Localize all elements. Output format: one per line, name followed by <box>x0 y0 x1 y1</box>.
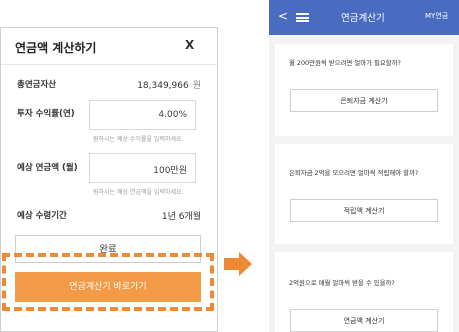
my-pension-link[interactable]: MY연금 <box>425 11 448 21</box>
card-question: 2억원으로 매월 얼마씩 받을 수 있을까? <box>289 279 395 287</box>
calculator-card-saving: 은퇴자금 2억을 모으려면 얼마씩 적립해야 할까? 적립액 계산기 <box>275 144 453 244</box>
total-assets-value: 18,349,966 원 <box>137 78 201 91</box>
expected-pension-label: 예상 연금액 (월) <box>17 163 78 173</box>
retirement-fund-calculator-button[interactable]: 은퇴자금 계산기 <box>290 89 438 112</box>
card-question: 월 200만원씩 받으려면 얼마가 필요할까? <box>289 59 401 67</box>
return-rate-input[interactable]: 4.00% <box>89 100 196 130</box>
return-rate-label: 투자 수익률(연) <box>17 109 75 119</box>
page-title: 연금계산기 <box>341 13 385 24</box>
return-rate-value: 4.00% <box>158 110 187 120</box>
arrow-head-icon <box>239 252 252 276</box>
total-assets-amount: 18,349,966 <box>137 81 189 91</box>
total-assets-unit: 원 <box>192 81 201 91</box>
top-app-bar: < 연금계산기 MY연금 <box>269 0 459 35</box>
expected-pension-hint: 원하시는 예상 연금액을 입력하세요. <box>93 189 184 196</box>
pension-amount-calculator-button[interactable]: 연금액 계산기 <box>290 309 438 332</box>
popup-title: 연금액 계산하기 <box>15 41 97 55</box>
menu-icon[interactable] <box>296 13 309 22</box>
period-label: 예상 수령기간 <box>17 211 67 221</box>
card-question: 은퇴자금 2억을 모으려면 얼마씩 적립해야 할까? <box>289 169 419 177</box>
expected-pension-input[interactable]: 100만원 <box>89 153 196 183</box>
close-button[interactable]: X <box>185 38 194 52</box>
calculator-card-pension: 2억원으로 매월 얼마씩 받을 수 있을까? 연금액 계산기 <box>275 252 453 332</box>
period-value: 1년 6개월 <box>161 212 201 222</box>
expected-pension-value: 100만원 <box>153 166 187 176</box>
calculator-card-retirement: 월 200만원씩 받으려면 얼마가 필요할까? 은퇴자금 계산기 <box>275 44 453 136</box>
popup-header: 연금액 계산하기 X <box>1 28 217 65</box>
back-icon[interactable]: < <box>278 9 288 23</box>
highlight-dashed-box <box>2 253 214 311</box>
arrow-right-icon <box>224 258 240 270</box>
screenshot-stage: 연금액 계산하기 X 총연금자산 18,349,966 원 투자 수익률(연) 4… <box>0 0 459 332</box>
saving-calculator-button[interactable]: 적립액 계산기 <box>290 199 438 222</box>
return-rate-hint: 원하시는 예상 수익률을 입력하세요. <box>93 136 184 143</box>
pension-calculator-page: < 연금계산기 MY연금 월 200만원씩 받으려면 얼마가 필요할까? 은퇴자… <box>269 0 459 332</box>
total-assets-label: 총연금자산 <box>17 80 57 90</box>
